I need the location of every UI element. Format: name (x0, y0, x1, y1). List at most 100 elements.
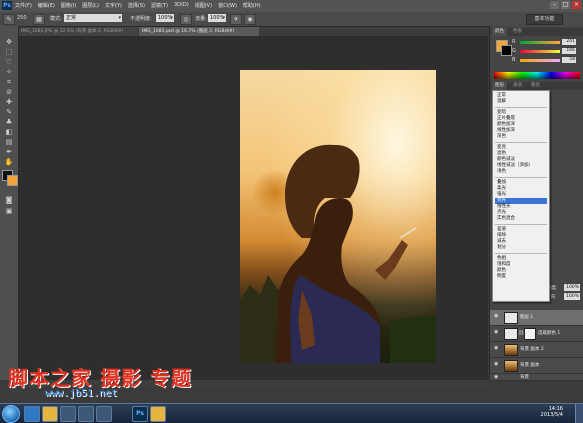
workspace-switcher[interactable]: 基本功能 (526, 14, 563, 25)
menu-item-10[interactable]: 帮助(H) (243, 2, 261, 9)
woman-silhouette (240, 144, 436, 363)
folder-taskbar-icon[interactable] (150, 406, 166, 422)
canvas-area[interactable] (19, 37, 488, 380)
brush-tool-icon[interactable]: ✎ (4, 108, 14, 117)
eye-icon[interactable]: ◉ (494, 374, 500, 380)
quick-mask-icon[interactable]: ◙ (4, 196, 14, 205)
red-value[interactable]: 241 (562, 39, 576, 45)
menu-item-1[interactable]: 编辑(E) (38, 2, 55, 9)
layer-mask-thumbnail[interactable] (524, 328, 536, 340)
blue-value[interactable]: 58 (562, 57, 576, 63)
pressure-opacity-icon[interactable]: ◎ (180, 14, 192, 25)
mode-select[interactable]: 正常 (64, 14, 122, 22)
layer-name[interactable]: 背景 副本 2 (520, 346, 544, 352)
brush-size[interactable]: 250 (17, 15, 27, 21)
blend-option[interactable]: 深色 (495, 134, 547, 140)
lasso-tool-icon[interactable]: ➰ (4, 58, 14, 67)
layer-row-1[interactable]: ◉ 图层 1 (490, 310, 583, 326)
color-panel-bg-swatch[interactable] (501, 45, 512, 56)
layer-row-4[interactable]: ◉ 背景 副本 (490, 358, 583, 374)
explorer-taskbar-icon[interactable] (42, 406, 58, 422)
blue-label: B (512, 57, 516, 63)
start-button[interactable] (2, 405, 20, 423)
opacity-input[interactable]: 100% (156, 14, 174, 22)
app2-taskbar-icon[interactable] (96, 406, 112, 422)
blend-option[interactable]: 溶解 (495, 99, 547, 105)
watermark-text: 脚本之家 摄影 专题 (8, 366, 192, 390)
move-tool-icon[interactable]: ✥ (4, 38, 14, 47)
brush-panel-icon[interactable]: ▦ (33, 14, 45, 25)
photo-canvas[interactable] (240, 70, 436, 363)
taskbar: Ps 14:16 2013/5/4 (0, 403, 583, 423)
eyedropper-tool-icon[interactable]: ⊘ (4, 88, 14, 97)
flow-label: 流量: (195, 16, 207, 22)
blue-slider[interactable] (520, 59, 560, 62)
marquee-tool-icon[interactable]: ⬚ (4, 48, 14, 57)
healing-brush-tool-icon[interactable]: ✚ (4, 98, 14, 107)
blend-option[interactable]: 明度 (495, 274, 547, 280)
blend-option[interactable]: 划分 (495, 245, 547, 251)
close-button[interactable]: × (572, 1, 581, 9)
minimize-button[interactable]: – (550, 1, 559, 9)
app-taskbar-icon[interactable] (78, 406, 94, 422)
watermark-url: www.jb51.net (45, 388, 118, 399)
hand-tool-icon[interactable]: ✋ (4, 158, 14, 167)
layer-row-2[interactable]: ◉ ⛓ 选取颜色 1 (490, 326, 583, 342)
menu-item-4[interactable]: 文字(Y) (105, 2, 122, 9)
green-label: G (512, 48, 516, 54)
green-slider[interactable] (520, 50, 560, 53)
menu-item-5[interactable]: 选择(S) (128, 2, 145, 9)
color-spectrum[interactable] (494, 72, 580, 79)
adjustment-thumbnail (504, 328, 518, 340)
menu-item-2[interactable]: 图像(I) (61, 2, 76, 9)
eraser-tool-icon[interactable]: ◧ (4, 128, 14, 137)
screen-mode-icon[interactable]: ▣ (4, 207, 14, 216)
gradient-tool-icon[interactable]: ▤ (4, 138, 14, 147)
eye-icon[interactable]: ◉ (494, 361, 500, 367)
layer-name[interactable]: 背景 (520, 374, 529, 380)
tab-channels[interactable]: 通道 (510, 82, 525, 90)
blend-option[interactable]: 浅色 (495, 169, 547, 175)
doc-tab-jpg[interactable]: IMG_1085.JPG @ 12.5% (背景 副本 2, RGB/8#) (18, 27, 138, 36)
layer-name[interactable]: 图层 1 (520, 314, 533, 320)
doc-tab-psd[interactable]: IMG_1085.psd @ 16.7% (图层 2, RGB/8#) (139, 27, 259, 36)
menu-item-6[interactable]: 滤镜(T) (151, 2, 168, 9)
tab-paths[interactable]: 路径 (528, 82, 543, 90)
pen-tool-icon[interactable]: ✒ (4, 148, 14, 157)
brush-tool-preset-icon[interactable]: ✎ (3, 14, 15, 25)
crop-tool-icon[interactable]: ⌗ (4, 78, 14, 87)
flow-input[interactable]: 100% (208, 14, 226, 22)
red-slider[interactable] (520, 41, 560, 44)
maximize-button[interactable]: □ (561, 1, 570, 9)
tab-swatches[interactable]: 色板 (510, 28, 525, 36)
layer-row-5[interactable]: ◉ 背景 (490, 374, 583, 381)
layer-name[interactable]: 背景 副本 (520, 362, 539, 368)
menu-item-8[interactable]: 视图(V) (195, 2, 212, 9)
eye-icon[interactable]: ◉ (494, 313, 500, 319)
fill-input[interactable]: 100% (564, 293, 580, 300)
media-taskbar-icon[interactable] (60, 406, 76, 422)
layer-opacity-input[interactable]: 100% (564, 284, 580, 291)
eye-icon[interactable]: ◉ (494, 329, 500, 335)
menu-item-7[interactable]: 3D(D) (174, 2, 189, 9)
menu-item-9[interactable]: 窗口(W) (218, 2, 237, 9)
photoshop-taskbar-icon[interactable]: Ps (132, 406, 148, 422)
menu-item-0[interactable]: 文件(F) (15, 2, 32, 9)
show-desktop-button[interactable] (575, 404, 583, 423)
tab-layers[interactable]: 图层 (492, 82, 507, 90)
tab-color[interactable]: 颜色 (492, 28, 507, 36)
photoshop-logo: Ps (2, 1, 12, 10)
green-value[interactable]: 166 (562, 48, 576, 54)
menu-item-3[interactable]: 图层(L) (82, 2, 99, 9)
system-clock[interactable]: 14:16 2013/5/4 (541, 406, 563, 418)
blend-option[interactable]: 实色混合 (495, 216, 547, 222)
eye-icon[interactable]: ◉ (494, 345, 500, 351)
background-color-swatch[interactable] (7, 175, 18, 186)
layer-name[interactable]: 选取颜色 1 (538, 330, 560, 336)
quick-select-tool-icon[interactable]: ✧ (4, 68, 14, 77)
pressure-size-icon[interactable]: ◉ (244, 14, 256, 25)
ie-taskbar-icon[interactable] (24, 406, 40, 422)
layer-row-3[interactable]: ◉ 背景 副本 2 (490, 342, 583, 358)
airbrush-icon[interactable]: ✈ (230, 14, 242, 25)
clone-stamp-tool-icon[interactable]: ♣ (4, 118, 14, 127)
